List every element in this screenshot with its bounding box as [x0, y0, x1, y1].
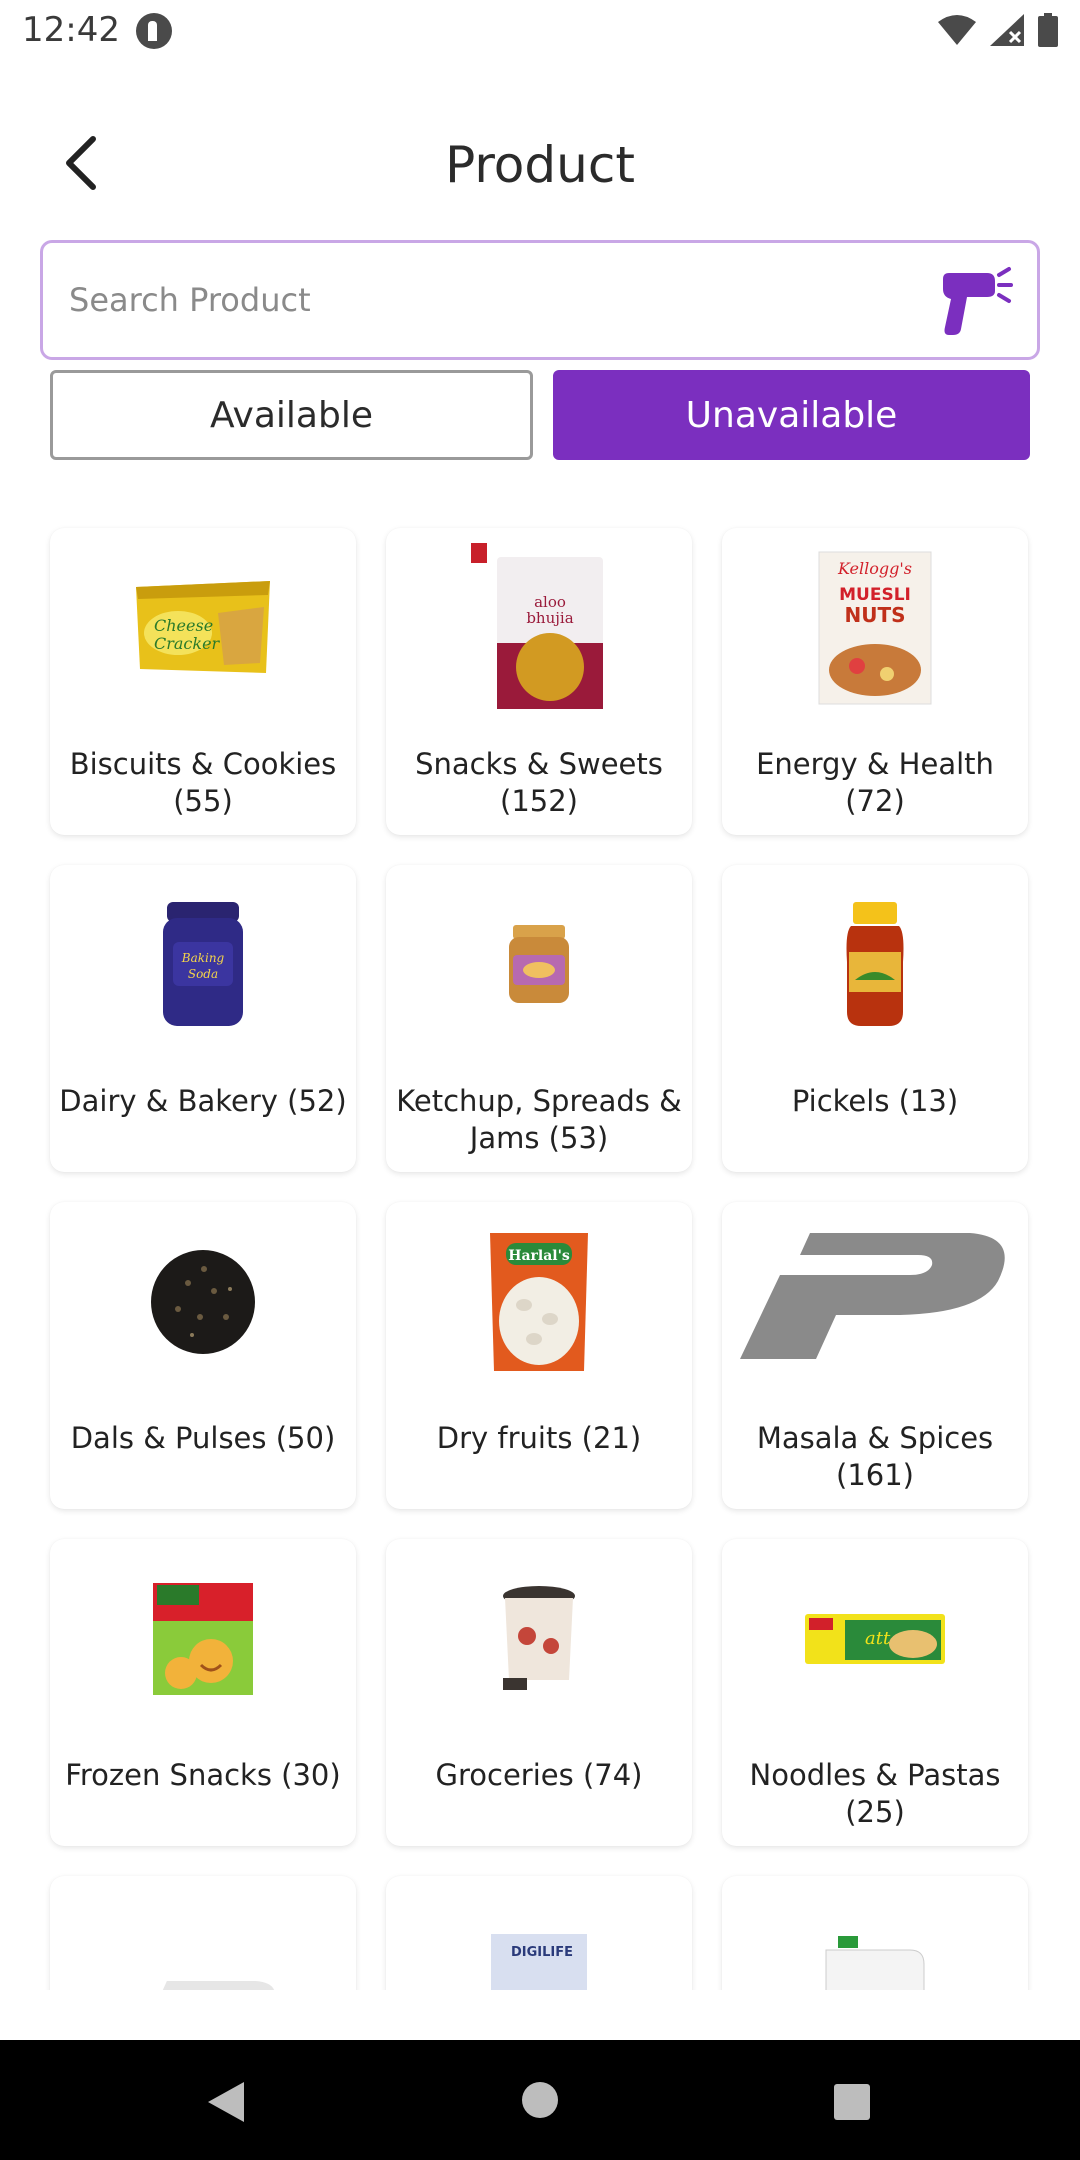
category-label: Energy & Health (72) [756, 747, 994, 818]
detergent-can-image [722, 1906, 1028, 1990]
svg-text:Cracker: Cracker [154, 634, 221, 653]
system-navigation-bar [0, 2040, 1080, 2160]
category-card-frozen[interactable]: Frozen Snacks (30) [50, 1539, 356, 1846]
category-card-noodles[interactable]: atta Noodles & Pastas (25) [722, 1539, 1028, 1846]
category-card-masala[interactable]: Masala & Spices (161) [722, 1202, 1028, 1509]
atta-noodles-pack-image: atta [722, 1559, 1028, 1719]
status-time: 12:42 [22, 10, 120, 50]
availability-toggle: Available Unavailable [50, 370, 1030, 460]
status-bar: 12:42 [0, 0, 1080, 62]
dustbin-image [386, 1559, 692, 1719]
category-label: Frozen Snacks (30) [65, 1758, 341, 1792]
category-label: Noodles & Pastas (25) [749, 1758, 1001, 1829]
category-card-groceries[interactable]: Groceries (74) [386, 1539, 692, 1846]
notification-icon [136, 13, 172, 49]
digilife-mask-pack-image: DIGILIFE MASK [386, 1904, 692, 1990]
muesli-box-image: Kellogg's MUESLI NUTS [722, 548, 1028, 708]
placeholder-p-logo [722, 1216, 1028, 1376]
baking-soda-jar-image: Baking Soda [50, 885, 356, 1045]
pickle-jar-image [722, 885, 1028, 1045]
category-card-dairy[interactable]: Baking Soda Dairy & Bakery (52) [50, 865, 356, 1172]
category-card-partial[interactable]: DIGILIFE MASK [386, 1876, 692, 1990]
category-card-dry-fruits[interactable]: Harlal's Dry fruits (21) [386, 1202, 692, 1509]
svg-text:Harlal's: Harlal's [508, 1248, 570, 1264]
status-icons [938, 12, 1058, 48]
category-card-ketchup[interactable]: Ketchup, Spreads & Jams (53) [386, 865, 692, 1172]
search-input[interactable] [69, 243, 929, 357]
svg-text:Kellogg's: Kellogg's [837, 559, 912, 578]
svg-text:MUESLI: MUESLI [839, 585, 911, 605]
barcode-scanner-icon [943, 267, 1013, 335]
category-label: Ketchup, Spreads & Jams (53) [396, 1084, 682, 1155]
peanut-butter-jar-image [386, 885, 692, 1045]
category-list[interactable]: Cheese Cracker Biscuits & Cookies (55) a… [0, 500, 1080, 1990]
nav-recents-icon[interactable] [834, 2084, 870, 2120]
svg-text:Soda: Soda [188, 967, 218, 981]
category-label: Masala & Spices (161) [756, 1421, 994, 1492]
category-label: Dairy & Bakery (52) [59, 1084, 347, 1118]
category-label: Dry fruits (21) [436, 1421, 642, 1455]
harlals-beans-pack-image: Harlal's [386, 1222, 692, 1382]
category-card-energy[interactable]: Kellogg's MUESLI NUTS Energy & Health (7… [722, 528, 1028, 835]
category-card-snacks[interactable]: aloo bhujia Snacks & Sweets (152) [386, 528, 692, 835]
page-title: Product [445, 136, 635, 194]
category-label: Snacks & Sweets (152) [415, 747, 663, 818]
signal-icon [990, 14, 1024, 46]
category-card-biscuits[interactable]: Cheese Cracker Biscuits & Cookies (55) [50, 528, 356, 835]
category-grid: Cheese Cracker Biscuits & Cookies (55) a… [50, 528, 1030, 1990]
barcode-scanner-button[interactable] [937, 265, 1013, 341]
available-button[interactable]: Available [50, 370, 533, 460]
svg-text:Cheese: Cheese [154, 616, 213, 635]
svg-text:NUTS: NUTS [844, 603, 905, 627]
cheese-cracker-pack-image: Cheese Cracker [50, 548, 356, 708]
frozen-smiles-pack-image [50, 1559, 356, 1719]
svg-text:bhujia: bhujia [526, 609, 573, 627]
unavailable-button[interactable]: Unavailable [553, 370, 1030, 460]
category-label: Pickels (13) [791, 1084, 959, 1118]
category-card-partial[interactable] [50, 1876, 356, 1990]
nav-home-icon[interactable] [522, 2082, 558, 2118]
aloo-bhujia-pack-image: aloo bhujia [386, 543, 692, 709]
placeholder-p-logo [50, 1936, 356, 1990]
category-label: Groceries (74) [435, 1758, 643, 1792]
svg-text:DIGILIFE: DIGILIFE [511, 1945, 573, 1960]
black-seeds-bowl-image [50, 1222, 356, 1382]
category-card-pickels[interactable]: Pickels (13) [722, 865, 1028, 1172]
search-box [40, 240, 1040, 360]
category-card-dals[interactable]: Dals & Pulses (50) [50, 1202, 356, 1509]
svg-text:Baking: Baking [181, 951, 225, 965]
category-label: Biscuits & Cookies (55) [69, 747, 337, 818]
nav-back-icon[interactable] [204, 2080, 248, 2124]
category-label: Dals & Pulses (50) [70, 1421, 336, 1455]
wifi-icon [938, 15, 976, 45]
app-header: Product [0, 100, 1080, 230]
category-card-partial[interactable] [722, 1876, 1028, 1990]
battery-icon [1038, 13, 1058, 47]
